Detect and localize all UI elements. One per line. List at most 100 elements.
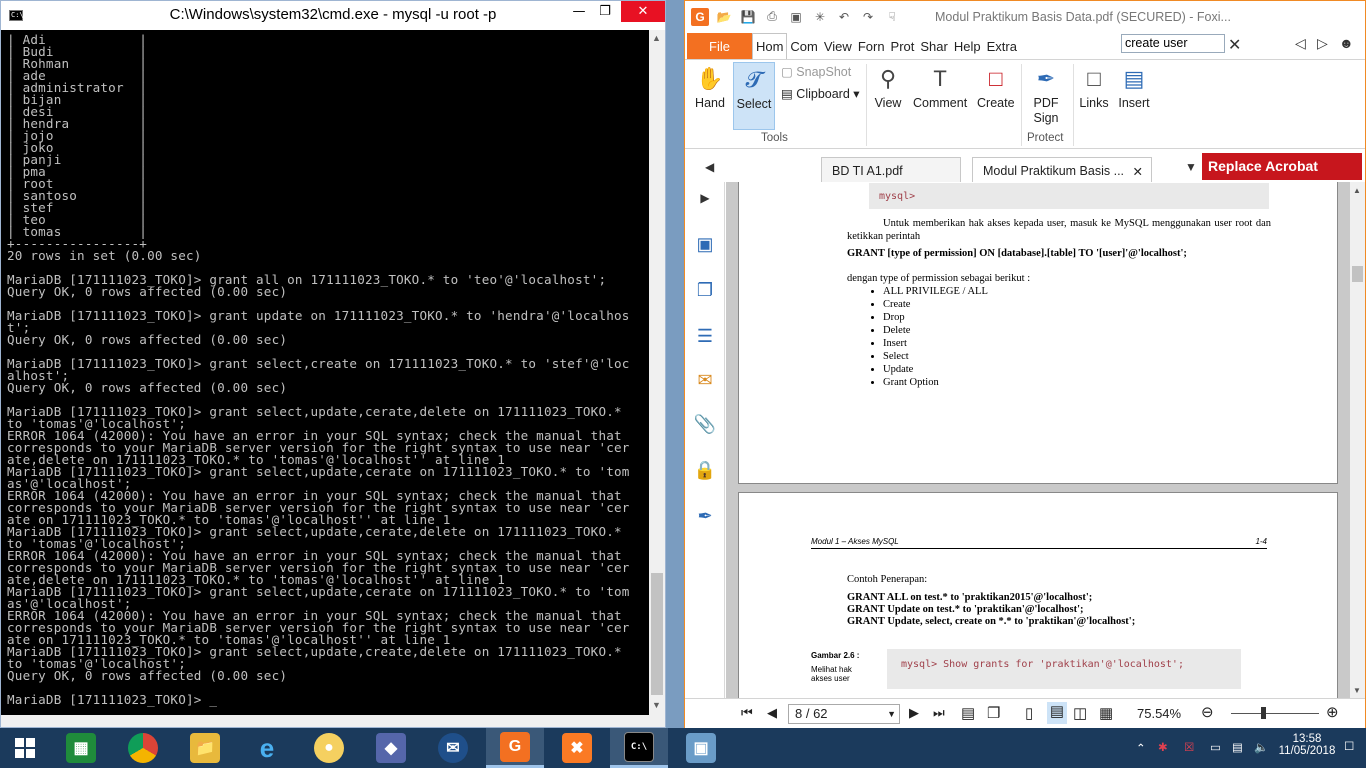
cmd-window[interactable]: C:\ C:\Windows\system32\cmd.exe - mysql … [0,0,666,728]
bookmark-icon[interactable]: ▣ [693,232,717,256]
example-title: Contoh Penerapan: [847,574,928,585]
scroll-down-icon[interactable]: ▼ [652,700,661,710]
zoom-level[interactable]: 75.54% [1137,706,1181,721]
prev-page-icon[interactable]: ◀ [767,705,777,721]
page-number-input[interactable]: 8 / 62 ▼ [788,704,900,724]
system-tray: ⌃ ✱ ☒ ▭ ▤ 🔈 13:58 11/05/2018 ☐ [1126,728,1366,768]
tab-file[interactable]: File [687,33,752,59]
create-button[interactable]: □ Create [977,62,1015,110]
zoom-out-icon[interactable]: ⊖ [1201,703,1214,721]
tab-extra[interactable]: Extra [984,33,1020,59]
user-icon[interactable]: ☻ [1339,35,1354,51]
hand-button[interactable]: ✋ Hand [693,62,727,110]
tab-help[interactable]: Help [951,33,984,59]
tabs-dropdown-icon[interactable]: ▼ [1185,160,1197,174]
console-scrollbar[interactable]: ▲ ▼ [649,30,665,715]
insert-button[interactable]: ▤ Insert [1117,62,1151,110]
signal-icon[interactable]: ▤ [1232,740,1243,754]
viewer-scrollbar[interactable]: ▲ ▼ [1350,182,1365,698]
internet-explorer-icon: e [259,732,275,763]
hand-cursor-icon[interactable]: ☟ [883,8,901,26]
close-button[interactable]: ✕ [621,1,665,22]
redo-icon[interactable]: ↷ [859,8,877,26]
links-button[interactable]: □ Links [1077,62,1111,110]
zoom-slider[interactable] [1231,713,1319,714]
snapshot-button[interactable]: ▢ SnapShot [781,64,851,79]
clipboard-button[interactable]: ▤ Clipboard ▾ [781,86,860,101]
facing-page-icon[interactable]: ◫ [1073,704,1087,722]
taskbar-photos[interactable]: ▣ [672,728,730,768]
security-lock-icon[interactable]: 🔒 [693,458,717,482]
new-icon[interactable]: ✳ [811,8,829,26]
select-button[interactable]: 𝓣 Select [733,62,775,130]
pages-icon[interactable]: ❐ [693,278,717,302]
tab-home[interactable]: Hom [751,33,788,59]
taskbar-store[interactable]: ▦ [52,728,110,768]
pdf-page: mysql> Untuk memberikan hak akses kepada… [738,182,1338,484]
single-page-icon[interactable]: ▯ [1025,704,1033,722]
reflow-icon[interactable]: ▤ [961,704,975,722]
expand-panel-icon[interactable]: ▶ [693,186,717,210]
taskbar-thunderbird[interactable]: ✉ [424,728,482,768]
taskbar-paint[interactable]: ● [300,728,358,768]
start-button[interactable] [0,728,50,768]
attachment-icon[interactable]: 📎 [693,412,717,436]
volume-icon[interactable]: 🔈 [1254,740,1268,754]
taskbar-cmd[interactable]: C:\ [610,728,668,768]
taskbar-ie[interactable]: e [238,728,296,768]
taskbar-foxit[interactable]: G [486,728,544,768]
close-tab-icon[interactable]: ✕ [1133,164,1143,179]
document-viewer[interactable]: mysql> Untuk memberikan hak akses kepada… [726,182,1350,698]
copy-icon[interactable]: ❐ [987,704,1000,722]
last-page-icon[interactable]: ⏭ [933,705,945,721]
view-button[interactable]: ⚲ View [871,62,905,110]
next-icon[interactable]: ▷ [1317,35,1328,52]
search-input[interactable]: create user [1121,34,1225,53]
continuous-page-icon[interactable]: ▤ [1047,702,1067,724]
open-icon[interactable]: 📂 [715,8,733,26]
taskbar-app[interactable]: ◆ [362,728,420,768]
continuous-facing-icon[interactable]: ▦ [1099,704,1113,722]
console-output[interactable]: | Adi | | Budi | | Rohman | | ade | | ad… [1,30,649,715]
taskbar-chrome[interactable] [114,728,172,768]
tab-protect[interactable]: Prot [888,33,918,59]
tray-app-icon[interactable]: ✱ [1158,740,1168,754]
save-icon[interactable]: 💾 [739,8,757,26]
scroll-up-icon[interactable]: ▲ [652,33,661,43]
tab-share[interactable]: Shar [917,33,950,59]
clock[interactable]: 13:58 11/05/2018 [1276,733,1338,757]
comments-icon[interactable]: ✉ [693,368,717,392]
print-icon[interactable]: ⎙ [763,8,781,26]
comment-button[interactable]: T Comment [913,62,967,110]
foxit-window[interactable]: G 📂 💾 ⎙ ▣ ✳ ↶ ↷ ☟ Modul Praktikum Basis … [684,0,1366,728]
undo-icon[interactable]: ↶ [835,8,853,26]
cmd-titlebar[interactable]: C:\ C:\Windows\system32\cmd.exe - mysql … [1,1,665,30]
zoom-slider-thumb[interactable] [1261,707,1266,719]
tab-form[interactable]: Forn [855,33,888,59]
scroll-thumb[interactable] [651,573,663,695]
signature-icon[interactable]: ✒ [693,504,717,528]
show-hidden-icons[interactable]: ⌃ [1136,741,1146,755]
window-icon[interactable]: ▣ [787,8,805,26]
next-page-icon[interactable]: ▶ [909,705,919,721]
doc-tab-bd[interactable]: BD TI A1.pdf [821,157,961,182]
pdf-sign-button[interactable]: ✒ PDF Sign [1025,62,1067,126]
scroll-up-icon[interactable]: ▲ [1353,186,1361,195]
taskbar-explorer[interactable]: 📁 [176,728,234,768]
layers-icon[interactable]: ☰ [693,324,717,348]
tab-comment[interactable]: Com [787,33,820,59]
prev-icon[interactable]: ◁ [1295,35,1306,52]
network-icon[interactable]: ☒ [1184,740,1194,754]
battery-icon[interactable]: ▭ [1210,740,1221,754]
taskbar-xampp[interactable]: ✖ [548,728,606,768]
tab-view[interactable]: View [821,33,855,59]
replace-acrobat-button[interactable]: Replace Acrobat [1202,153,1362,180]
scroll-down-icon[interactable]: ▼ [1353,686,1361,695]
clear-search-icon[interactable]: ✕ [1228,35,1241,55]
first-page-icon[interactable]: ⏮ [741,705,753,721]
zoom-in-icon[interactable]: ⊕ [1326,703,1339,721]
notifications-icon[interactable]: ☐ [1344,739,1354,753]
scroll-thumb[interactable] [1352,266,1363,282]
tabs-scroll-left-icon[interactable]: ◀ [705,160,714,174]
doc-tab-modul[interactable]: Modul Praktikum Basis ... ✕ [972,157,1152,182]
